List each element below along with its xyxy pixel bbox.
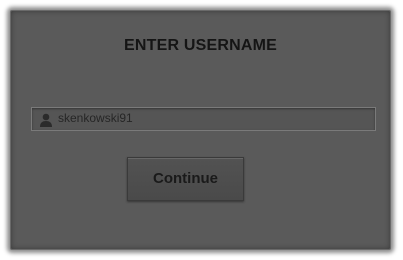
continue-button[interactable]: Continue: [127, 157, 244, 201]
username-field[interactable]: skenkowski91: [31, 107, 376, 131]
username-value: skenkowski91: [58, 111, 133, 125]
username-dialog: ENTER USERNAME skenkowski91 Continue: [10, 10, 391, 250]
page: ENTER USERNAME skenkowski91 Continue: [0, 0, 403, 260]
user-icon: [38, 112, 54, 128]
dialog-title: ENTER USERNAME: [123, 37, 278, 54]
